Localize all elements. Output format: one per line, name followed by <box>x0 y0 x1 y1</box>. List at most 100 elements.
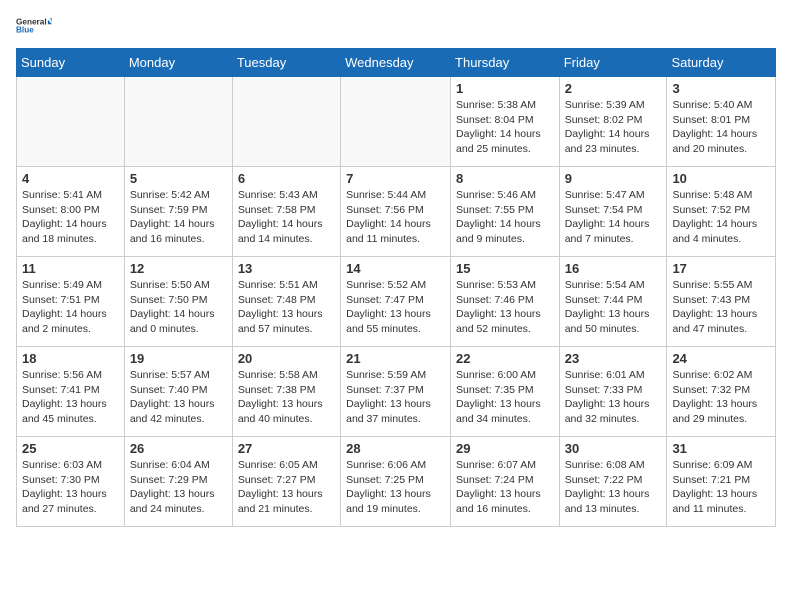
day-detail: Sunrise: 6:07 AMSunset: 7:24 PMDaylight:… <box>456 458 554 517</box>
calendar-cell <box>232 77 340 167</box>
day-detail: Sunrise: 5:56 AMSunset: 7:41 PMDaylight:… <box>22 368 119 427</box>
day-number: 25 <box>22 441 119 456</box>
col-header-monday: Monday <box>124 49 232 77</box>
calendar-cell: 6 Sunrise: 5:43 AMSunset: 7:58 PMDaylight… <box>232 167 340 257</box>
svg-text:Blue: Blue <box>16 25 34 34</box>
col-header-thursday: Thursday <box>451 49 560 77</box>
page-header: General Blue <box>16 16 776 38</box>
day-detail: Sunrise: 5:51 AMSunset: 7:48 PMDaylight:… <box>238 278 335 337</box>
day-detail: Sunrise: 6:06 AMSunset: 7:25 PMDaylight:… <box>346 458 445 517</box>
day-number: 7 <box>346 171 445 186</box>
day-number: 17 <box>672 261 770 276</box>
day-number: 24 <box>672 351 770 366</box>
calendar-cell: 7 Sunrise: 5:44 AMSunset: 7:56 PMDaylight… <box>341 167 451 257</box>
day-number: 20 <box>238 351 335 366</box>
calendar-week-2: 4 Sunrise: 5:41 AMSunset: 8:00 PMDaylight… <box>17 167 776 257</box>
day-detail: Sunrise: 5:47 AMSunset: 7:54 PMDaylight:… <box>565 188 662 247</box>
calendar-cell: 3Sunrise: 5:40 AMSunset: 8:01 PMDaylight… <box>667 77 776 167</box>
day-detail: Sunrise: 6:09 AMSunset: 7:21 PMDaylight:… <box>672 458 770 517</box>
calendar-cell: 31 Sunrise: 6:09 AMSunset: 7:21 PMDayligh… <box>667 437 776 527</box>
calendar-cell: 2 Sunrise: 5:39 AMSunset: 8:02 PMDaylight… <box>559 77 667 167</box>
calendar-cell: 24Sunrise: 6:02 AMSunset: 7:32 PMDayligh… <box>667 347 776 437</box>
day-detail: Sunrise: 5:38 AMSunset: 8:04 PMDaylight:… <box>456 98 554 157</box>
col-header-friday: Friday <box>559 49 667 77</box>
day-detail: Sunrise: 5:53 AMSunset: 7:46 PMDaylight:… <box>456 278 554 337</box>
day-detail: Sunrise: 5:55 AMSunset: 7:43 PMDaylight:… <box>672 278 770 337</box>
calendar-week-3: 11Sunrise: 5:49 AMSunset: 7:51 PMDayligh… <box>17 257 776 347</box>
day-number: 16 <box>565 261 662 276</box>
calendar-cell: 16 Sunrise: 5:54 AMSunset: 7:44 PMDayligh… <box>559 257 667 347</box>
day-detail: Sunrise: 5:41 AMSunset: 8:00 PMDaylight:… <box>22 188 119 247</box>
calendar-cell <box>17 77 125 167</box>
day-detail: Sunrise: 5:49 AMSunset: 7:51 PMDaylight:… <box>22 278 119 337</box>
calendar-cell: 23 Sunrise: 6:01 AMSunset: 7:33 PMDayligh… <box>559 347 667 437</box>
day-detail: Sunrise: 5:43 AMSunset: 7:58 PMDaylight:… <box>238 188 335 247</box>
calendar-cell: 1Sunrise: 5:38 AMSunset: 8:04 PMDaylight… <box>451 77 560 167</box>
calendar-cell: 8Sunrise: 5:46 AMSunset: 7:55 PMDaylight… <box>451 167 560 257</box>
calendar-cell: 20 Sunrise: 5:58 AMSunset: 7:38 PMDayligh… <box>232 347 340 437</box>
calendar-cell: 27 Sunrise: 6:05 AMSunset: 7:27 PMDayligh… <box>232 437 340 527</box>
day-number: 15 <box>456 261 554 276</box>
day-detail: Sunrise: 5:44 AMSunset: 7:56 PMDaylight:… <box>346 188 445 247</box>
calendar-cell: 30Sunrise: 6:08 AMSunset: 7:22 PMDayligh… <box>559 437 667 527</box>
day-detail: Sunrise: 5:54 AMSunset: 7:44 PMDaylight:… <box>565 278 662 337</box>
col-header-tuesday: Tuesday <box>232 49 340 77</box>
calendar-cell: 19Sunrise: 5:57 AMSunset: 7:40 PMDayligh… <box>124 347 232 437</box>
day-detail: Sunrise: 5:52 AMSunset: 7:47 PMDaylight:… <box>346 278 445 337</box>
calendar-cell: 18 Sunrise: 5:56 AMSunset: 7:41 PMDayligh… <box>17 347 125 437</box>
day-detail: Sunrise: 6:01 AMSunset: 7:33 PMDaylight:… <box>565 368 662 427</box>
calendar-cell: 4 Sunrise: 5:41 AMSunset: 8:00 PMDaylight… <box>17 167 125 257</box>
day-number: 14 <box>346 261 445 276</box>
calendar-cell: 11Sunrise: 5:49 AMSunset: 7:51 PMDayligh… <box>17 257 125 347</box>
calendar-cell: 17 Sunrise: 5:55 AMSunset: 7:43 PMDayligh… <box>667 257 776 347</box>
day-detail: Sunrise: 5:39 AMSunset: 8:02 PMDaylight:… <box>565 98 662 157</box>
day-number: 26 <box>130 441 227 456</box>
col-header-sunday: Sunday <box>17 49 125 77</box>
calendar-cell: 5 Sunrise: 5:42 AMSunset: 7:59 PMDaylight… <box>124 167 232 257</box>
calendar-cell: 12 Sunrise: 5:50 AMSunset: 7:50 PMDayligh… <box>124 257 232 347</box>
day-detail: Sunrise: 6:08 AMSunset: 7:22 PMDaylight:… <box>565 458 662 517</box>
day-number: 12 <box>130 261 227 276</box>
day-number: 4 <box>22 171 119 186</box>
calendar-cell <box>341 77 451 167</box>
day-detail: Sunrise: 5:50 AMSunset: 7:50 PMDaylight:… <box>130 278 227 337</box>
calendar-table: SundayMondayTuesdayWednesdayThursdayFrid… <box>16 48 776 527</box>
day-number: 10 <box>672 171 770 186</box>
calendar-cell: 10 Sunrise: 5:48 AMSunset: 7:52 PMDayligh… <box>667 167 776 257</box>
day-number: 23 <box>565 351 662 366</box>
day-detail: Sunrise: 5:48 AMSunset: 7:52 PMDaylight:… <box>672 188 770 247</box>
logo-svg: General Blue <box>16 16 52 36</box>
day-number: 2 <box>565 81 662 96</box>
day-detail: Sunrise: 6:04 AMSunset: 7:29 PMDaylight:… <box>130 458 227 517</box>
day-detail: Sunrise: 5:58 AMSunset: 7:38 PMDaylight:… <box>238 368 335 427</box>
calendar-header-row: SundayMondayTuesdayWednesdayThursdayFrid… <box>17 49 776 77</box>
day-detail: Sunrise: 5:42 AMSunset: 7:59 PMDaylight:… <box>130 188 227 247</box>
day-detail: Sunrise: 6:03 AMSunset: 7:30 PMDaylight:… <box>22 458 119 517</box>
day-detail: Sunrise: 6:00 AMSunset: 7:35 PMDaylight:… <box>456 368 554 427</box>
col-header-wednesday: Wednesday <box>341 49 451 77</box>
day-number: 31 <box>672 441 770 456</box>
calendar-cell: 15 Sunrise: 5:53 AMSunset: 7:46 PMDayligh… <box>451 257 560 347</box>
day-number: 27 <box>238 441 335 456</box>
calendar-cell: 9 Sunrise: 5:47 AMSunset: 7:54 PMDaylight… <box>559 167 667 257</box>
calendar-cell: 14 Sunrise: 5:52 AMSunset: 7:47 PMDayligh… <box>341 257 451 347</box>
calendar-cell: 29Sunrise: 6:07 AMSunset: 7:24 PMDayligh… <box>451 437 560 527</box>
calendar-cell: 26 Sunrise: 6:04 AMSunset: 7:29 PMDayligh… <box>124 437 232 527</box>
day-number: 18 <box>22 351 119 366</box>
day-number: 28 <box>346 441 445 456</box>
day-number: 5 <box>130 171 227 186</box>
day-number: 9 <box>565 171 662 186</box>
day-detail: Sunrise: 6:05 AMSunset: 7:27 PMDaylight:… <box>238 458 335 517</box>
col-header-saturday: Saturday <box>667 49 776 77</box>
day-number: 6 <box>238 171 335 186</box>
calendar-cell: 22 Sunrise: 6:00 AMSunset: 7:35 PMDayligh… <box>451 347 560 437</box>
calendar-cell: 28 Sunrise: 6:06 AMSunset: 7:25 PMDayligh… <box>341 437 451 527</box>
day-detail: Sunrise: 5:40 AMSunset: 8:01 PMDaylight:… <box>672 98 770 157</box>
calendar-week-1: 1Sunrise: 5:38 AMSunset: 8:04 PMDaylight… <box>17 77 776 167</box>
calendar-week-5: 25 Sunrise: 6:03 AMSunset: 7:30 PMDayligh… <box>17 437 776 527</box>
calendar-cell: 25 Sunrise: 6:03 AMSunset: 7:30 PMDayligh… <box>17 437 125 527</box>
calendar-cell: 13Sunrise: 5:51 AMSunset: 7:48 PMDayligh… <box>232 257 340 347</box>
day-number: 22 <box>456 351 554 366</box>
calendar-week-4: 18 Sunrise: 5:56 AMSunset: 7:41 PMDayligh… <box>17 347 776 437</box>
day-number: 19 <box>130 351 227 366</box>
